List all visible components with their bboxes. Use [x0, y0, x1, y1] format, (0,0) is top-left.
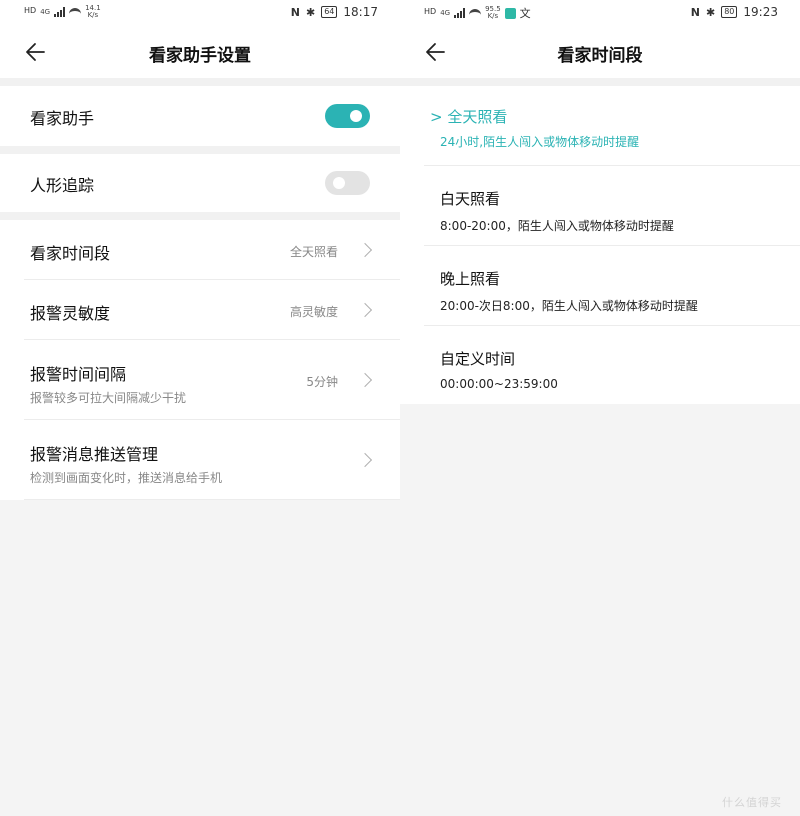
- bluetooth-icon: ✱: [706, 5, 716, 19]
- network-type: 4G: [440, 8, 451, 17]
- page-title: 看家助手设置: [149, 46, 251, 66]
- header: 看家助手设置: [0, 26, 400, 78]
- row-label: 看家时间段: [30, 244, 111, 263]
- row-subtitle: 检测到画面变化时，推送消息给手机: [30, 471, 223, 485]
- option-description: 8:00-20:00，陌生人闯入或物体移动时提醒: [440, 219, 674, 233]
- settings-panel: HD 4G 14.1 K/s N ✱ 64 18:17 看家助手设置 看家助手 人…: [0, 0, 400, 500]
- network-type: 4G: [40, 7, 51, 16]
- option-description: 00:00:00~23:59:00: [440, 377, 558, 391]
- watermark: 什么值得买: [722, 796, 782, 809]
- option-night[interactable]: 晚上照看 20:00-次日8:00，陌生人闯入或物体移动时提醒: [400, 246, 800, 326]
- signal-icon: [454, 8, 466, 18]
- divider: [24, 499, 400, 500]
- wifi-icon: [69, 7, 82, 17]
- bluetooth-icon: ✱: [306, 5, 316, 19]
- row-alarm-interval[interactable]: 报警时间间隔 报警较多可拉大间隔减少干扰 5分钟: [0, 340, 400, 420]
- row-label: 报警时间间隔: [30, 365, 127, 384]
- chevron-right-icon: [357, 242, 373, 258]
- row-value: 高灵敏度: [289, 305, 338, 319]
- row-push-management[interactable]: 报警消息推送管理 检测到画面变化时，推送消息给手机: [0, 420, 400, 500]
- clock: 18:17: [343, 5, 378, 19]
- chevron-right-icon: [357, 372, 373, 388]
- chevron-right-icon: [357, 302, 373, 318]
- option-description: 24小时,陌生人闯入或物体移动时提醒: [440, 135, 640, 149]
- status-bar: HD 4G 95.5 K/s 文 N ✱ 80 19:23: [400, 0, 800, 26]
- option-label: 白天照看: [440, 190, 501, 208]
- hd-badge: HD: [424, 7, 437, 16]
- guard-period-panel: HD 4G 95.5 K/s 文 N ✱ 80 19:23 看家时间段 > 全天照…: [400, 0, 800, 404]
- option-label: 自定义时间: [440, 350, 516, 368]
- row-guard-period[interactable]: 看家时间段 全天照看: [0, 220, 400, 280]
- option-daytime[interactable]: 白天照看 8:00-20:00，陌生人闯入或物体移动时提醒: [400, 166, 800, 246]
- section-gap: [400, 78, 800, 86]
- battery-icon: 80: [721, 6, 738, 18]
- row-subtitle: 报警较多可拉大间隔减少干扰: [30, 391, 187, 405]
- row-value: 5分钟: [306, 375, 338, 389]
- nfc-icon: N: [690, 5, 700, 19]
- section-gap: [0, 146, 400, 154]
- option-custom[interactable]: 自定义时间 00:00:00~23:59:00: [400, 326, 800, 404]
- network-speed: 95.5 K/s: [485, 5, 501, 20]
- section-gap: [0, 78, 400, 86]
- toggle-row-guard: 看家助手: [0, 86, 400, 146]
- page-title: 看家时间段: [557, 46, 643, 66]
- option-label: 晚上照看: [440, 270, 501, 288]
- hd-badge: HD: [24, 6, 37, 15]
- header: 看家时间段: [400, 26, 800, 78]
- translate-icon: 文: [519, 7, 531, 20]
- guard-label: 看家助手: [30, 109, 95, 128]
- toggle-knob: [350, 110, 362, 122]
- option-label: > 全天照看: [430, 108, 508, 126]
- network-speed: 14.1 K/s: [85, 4, 101, 19]
- row-label: 报警消息推送管理: [30, 445, 159, 464]
- wifi-icon: [469, 8, 482, 18]
- toggle-knob: [333, 177, 345, 189]
- signal-icon: [54, 7, 66, 17]
- guard-toggle[interactable]: [325, 104, 370, 128]
- option-description: 20:00-次日8:00，陌生人闯入或物体移动时提醒: [440, 299, 698, 313]
- nfc-icon: N: [290, 5, 300, 19]
- row-value: 全天照看: [289, 245, 338, 259]
- battery-icon: 64: [321, 6, 338, 18]
- toggle-row-human-tracking: 人形追踪: [0, 154, 400, 212]
- app-notification-icon: [504, 7, 516, 19]
- row-alarm-sensitivity[interactable]: 报警灵敏度 高灵敏度: [0, 280, 400, 340]
- human-tracking-toggle[interactable]: [325, 171, 370, 195]
- chevron-right-icon: [357, 452, 373, 468]
- human-tracking-label: 人形追踪: [30, 176, 95, 195]
- option-all-day[interactable]: > 全天照看 24小时,陌生人闯入或物体移动时提醒: [400, 86, 800, 166]
- clock: 19:23: [743, 5, 778, 19]
- section-gap: [0, 212, 400, 220]
- row-label: 报警灵敏度: [30, 304, 111, 323]
- status-bar: HD 4G 14.1 K/s N ✱ 64 18:17: [0, 0, 400, 26]
